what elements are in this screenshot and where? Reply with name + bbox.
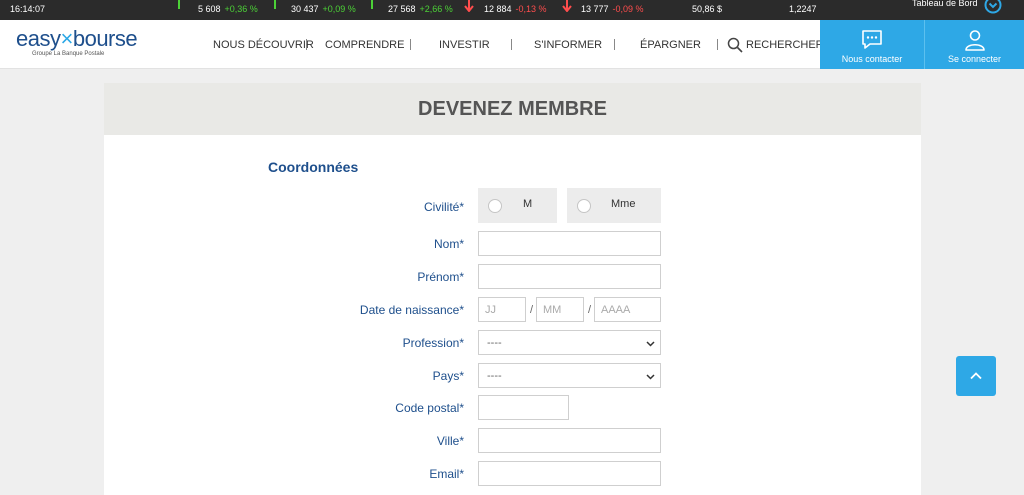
radio-circle[interactable] xyxy=(577,199,591,213)
date-separator: / xyxy=(530,304,534,316)
civilite-option-mme[interactable]: Mme xyxy=(567,188,661,223)
profession-label: Profession* xyxy=(402,336,464,350)
prenom-field[interactable] xyxy=(478,264,661,289)
up-indicator-icon xyxy=(274,0,276,9)
chevron-down-icon xyxy=(646,374,655,380)
postal-code-field[interactable] xyxy=(478,395,569,420)
login-button[interactable]: Se connecter xyxy=(924,20,1024,69)
nav-divider xyxy=(717,39,718,50)
ticker-item[interactable]: 30 437 +0,09 % xyxy=(291,4,356,14)
chevron-circle-down-icon[interactable] xyxy=(984,0,1002,14)
civilite-label: Civilité* xyxy=(423,200,464,214)
nav-divider xyxy=(306,39,307,50)
user-icon xyxy=(964,30,985,51)
nav-divider xyxy=(614,39,615,50)
ticker-item[interactable]: 5 608 +0,36 % xyxy=(198,4,258,14)
page-title: DEVENEZ MEMBRE xyxy=(104,83,921,135)
nav-item-comprendre[interactable]: COMPRENDRE xyxy=(325,39,404,51)
ville-field[interactable] xyxy=(478,428,661,453)
arrow-down-icon xyxy=(562,0,572,12)
pays-select[interactable]: ---- xyxy=(478,363,661,388)
search-icon[interactable] xyxy=(727,37,743,53)
email-label: Email* xyxy=(429,467,464,481)
nav-item-investir[interactable]: INVESTIR xyxy=(439,39,490,51)
search-button[interactable]: RECHERCHER xyxy=(746,39,824,51)
arrow-down-icon xyxy=(464,0,474,12)
birth-month-field[interactable] xyxy=(536,297,584,322)
chevron-down-icon xyxy=(646,341,655,347)
ticker-item[interactable]: 13 777 -0,09 % xyxy=(581,4,644,14)
ticker-item[interactable]: 27 568 +2,66 % xyxy=(388,4,453,14)
birth-day-field[interactable] xyxy=(478,297,526,322)
email-field[interactable] xyxy=(478,461,661,486)
scroll-to-top-button[interactable] xyxy=(956,356,996,396)
civilite-option-m[interactable]: M xyxy=(478,188,557,223)
profession-select[interactable]: ---- xyxy=(478,330,661,355)
ticker-item[interactable]: 1,2247 xyxy=(789,4,817,14)
up-indicator-icon xyxy=(178,0,180,9)
pays-label: Pays* xyxy=(432,369,464,383)
ticker-time: 16:14:07 xyxy=(10,4,46,14)
dashboard-link[interactable]: Tableau de Bord xyxy=(912,0,978,8)
up-indicator-icon xyxy=(371,0,373,9)
chevron-up-icon xyxy=(970,372,982,380)
birth-year-field[interactable] xyxy=(594,297,661,322)
nav-divider xyxy=(410,39,411,50)
ville-label: Ville* xyxy=(436,434,464,448)
market-ticker: 16:14:07 5 608 +0,36 % 30 437 +0,09 % 27 5… xyxy=(0,0,1024,20)
nav-item-epargner[interactable]: ÉPARGNER xyxy=(640,39,701,51)
nav-divider xyxy=(511,39,512,50)
contact-button[interactable]: Nous contacter xyxy=(820,20,924,69)
prenom-label: Prénom* xyxy=(417,270,464,284)
birth-date-label: Date de naissance* xyxy=(359,303,464,317)
nav-item-informer[interactable]: S'INFORMER xyxy=(534,39,602,51)
date-separator: / xyxy=(588,304,592,316)
easybourse-logo[interactable]: easy×bourse Groupe La Banque Postale xyxy=(16,26,138,57)
nom-label: Nom* xyxy=(433,237,464,251)
section-title-coordonnees: Coordonnées xyxy=(268,159,359,175)
nom-field[interactable] xyxy=(478,231,661,256)
chat-icon xyxy=(862,30,882,49)
ticker-item[interactable]: 12 884 -0,13 % xyxy=(484,4,547,14)
postal-code-label: Code postal* xyxy=(395,401,464,415)
radio-circle[interactable] xyxy=(488,199,502,213)
nav-item-decouvrir[interactable]: NOUS DÉCOUVRIR xyxy=(213,39,314,51)
main-navigation: easy×bourse Groupe La Banque Postale NOU… xyxy=(0,20,1024,69)
signup-page: DEVENEZ MEMBRE Coordonnées Civilité* M M… xyxy=(104,83,921,495)
ticker-item[interactable]: 50,86 $ xyxy=(692,4,722,14)
